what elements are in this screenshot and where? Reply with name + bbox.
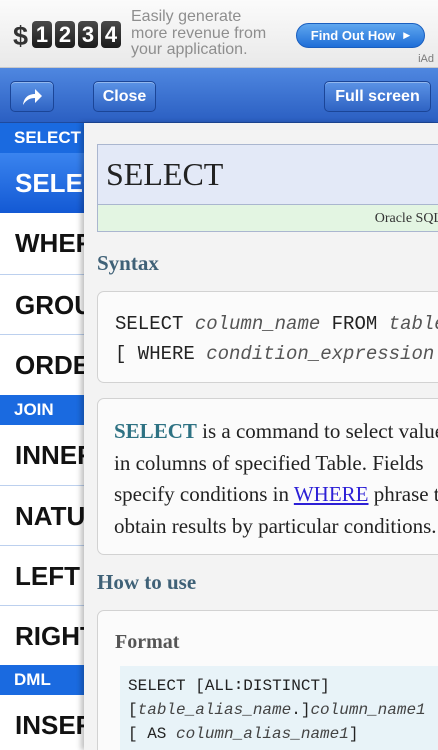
sidebar-item-select[interactable]: SELECT xyxy=(0,153,84,213)
sidebar-section-select: SELECT xyxy=(0,123,84,153)
sidebar-item-right-join[interactable]: RIGHT JOIN xyxy=(0,605,84,665)
sidebar-item-left-join[interactable]: LEFT JOIN xyxy=(0,545,84,605)
format-card: Format SELECT [ALL∶DISTINCT] [table_alia… xyxy=(97,610,438,750)
sidebar-item-insert[interactable]: INSERT xyxy=(0,695,84,750)
sidebar-section-join: JOIN xyxy=(0,395,84,425)
ad-text: Easily generate more revenue from your a… xyxy=(131,8,291,59)
description-line: SELECT is a command to select values xyxy=(114,419,438,443)
iad-tag: iAd xyxy=(418,53,434,65)
ad-digit: 2 xyxy=(55,21,75,48)
sidebar-section-dml: DML xyxy=(0,665,84,695)
how-to-use-heading: How to use xyxy=(97,570,197,594)
ad-digit: 4 xyxy=(101,21,121,48)
ad-digit: 3 xyxy=(78,21,98,48)
arrow-right-icon: ▶ xyxy=(403,30,411,40)
ad-digit-counter: 1 2 3 4 xyxy=(32,21,121,48)
share-arrow-icon xyxy=(23,88,42,105)
ad-text-line: Easily generate xyxy=(131,8,242,25)
content-panel[interactable]: SELECT Oracle SQL Syntax SELECT column_n… xyxy=(84,123,438,750)
syntax-card: SELECT column_name FROM table_name [ WHE… xyxy=(97,291,438,383)
ad-dollar-sign: $ xyxy=(13,21,29,51)
share-button[interactable] xyxy=(10,81,54,112)
description-line: specify conditions in WHERE phrase to xyxy=(114,482,438,506)
format-code-block: SELECT [ALL∶DISTINCT] [table_alias_name.… xyxy=(120,666,438,750)
ad-digit: 1 xyxy=(32,21,52,48)
sidebar-item-group-by[interactable]: GROUP BY xyxy=(0,274,84,334)
format-line: [ AS column_alias_name1] xyxy=(128,725,359,743)
description-card: SELECT is a command to select values in … xyxy=(97,398,438,555)
full-screen-button[interactable]: Full screen xyxy=(324,81,431,112)
sidebar-item-order-by[interactable]: ORDER BY xyxy=(0,334,84,394)
description-line: in columns of specified Table. Fields xyxy=(114,450,424,475)
sidebar-item-natural-join[interactable]: NATURAL JOIN xyxy=(0,485,84,545)
page-title: SELECT xyxy=(97,144,438,205)
where-link[interactable]: WHERE xyxy=(294,482,369,506)
ad-text-line: more revenue from xyxy=(131,24,267,42)
toolbar: Close Full screen xyxy=(0,68,438,123)
sidebar-item-where[interactable]: WHERE xyxy=(0,213,84,273)
ad-text-line: your application. xyxy=(131,41,248,58)
ad-banner[interactable]: $ 1 2 3 4 Easily generate more revenue f… xyxy=(0,0,438,68)
format-line: [table_alias_name.]column_name1 xyxy=(128,701,426,719)
format-line: SELECT [ALL∶DISTINCT] xyxy=(128,677,330,695)
sidebar-item-inner-join[interactable]: INNER JOIN xyxy=(0,425,84,485)
description-line: obtain results by particular conditions. xyxy=(114,513,437,538)
sidebar: SELECT SELECT WHERE GROUP BY ORDER BY JO… xyxy=(0,123,84,750)
find-out-how-label: Find Out How xyxy=(310,28,396,43)
format-label: Format xyxy=(115,631,180,653)
syntax-line: [ WHERE condition_expression ] xyxy=(115,343,435,365)
close-button[interactable]: Close xyxy=(93,81,156,112)
subtitle-bar: Oracle SQL xyxy=(97,205,438,232)
find-out-how-button[interactable]: Find Out How ▶ xyxy=(296,23,425,48)
syntax-heading: Syntax xyxy=(97,251,159,275)
syntax-line: SELECT column_name FROM table_name xyxy=(115,313,438,335)
